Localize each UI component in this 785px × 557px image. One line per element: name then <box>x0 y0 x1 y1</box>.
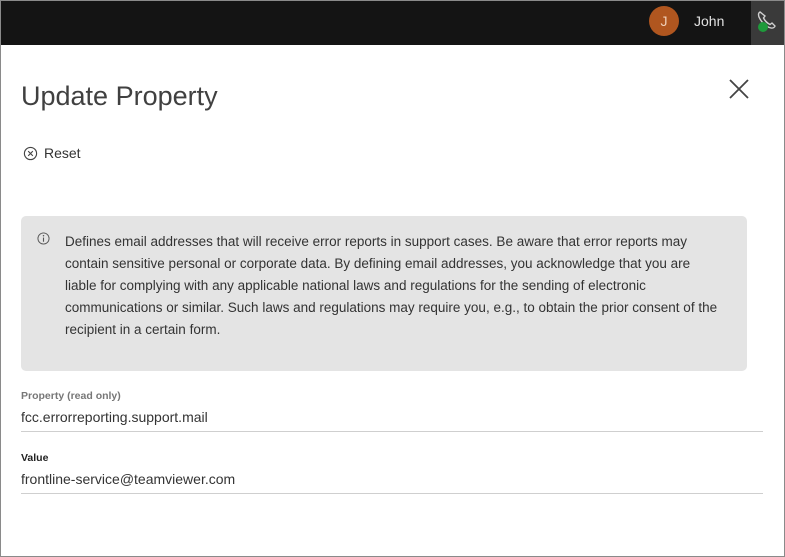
info-icon <box>37 232 50 245</box>
info-box: Defines email addresses that will receiv… <box>21 216 747 371</box>
user-name[interactable]: John <box>694 13 724 29</box>
value-field[interactable]: frontline-service@teamviewer.com <box>21 471 763 494</box>
top-bar: J John <box>1 1 784 45</box>
reset-label: Reset <box>44 145 81 161</box>
avatar[interactable]: J <box>649 6 679 36</box>
close-icon <box>729 79 749 99</box>
property-label: Property (read only) <box>21 390 121 402</box>
call-button[interactable] <box>751 1 784 45</box>
circle-x-icon <box>23 146 38 160</box>
close-button[interactable] <box>726 76 752 102</box>
info-text: Defines email addresses that will receiv… <box>65 234 718 337</box>
status-dot <box>758 22 768 32</box>
property-value: fcc.errorreporting.support.mail <box>21 409 763 432</box>
value-label: Value <box>21 452 49 464</box>
page-title: Update Property <box>21 81 218 111</box>
reset-button[interactable]: Reset <box>23 144 81 162</box>
